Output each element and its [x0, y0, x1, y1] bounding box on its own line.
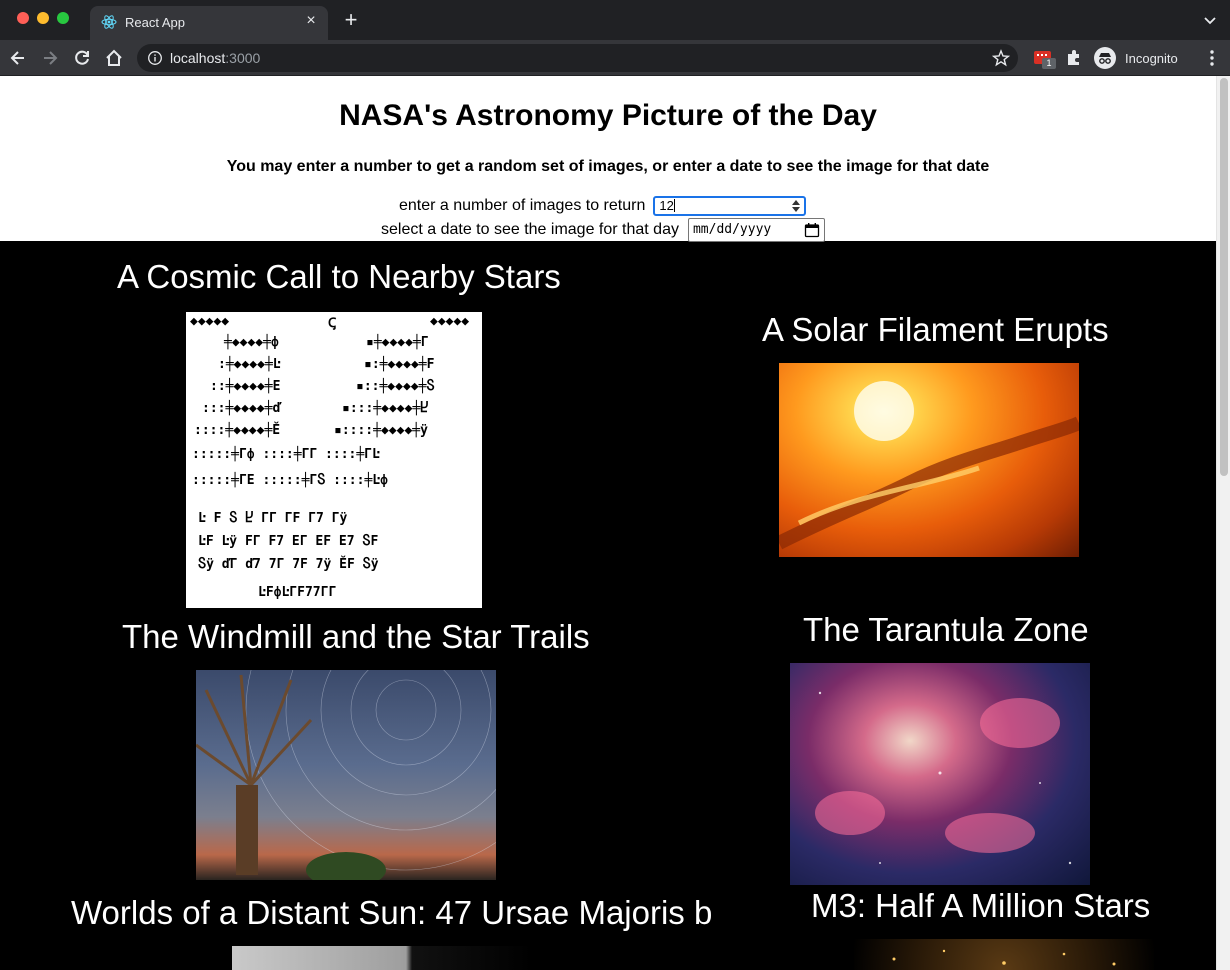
- image-title-solar-filament: A Solar Filament Erupts: [762, 311, 1109, 348]
- tarantula-nebula-shape: [815, 691, 1072, 865]
- page-scrollbar[interactable]: [1216, 76, 1230, 970]
- image-title-47-ursae-majoris: Worlds of a Distant Sun: 47 Ursae Majori…: [71, 894, 713, 931]
- window-close-button[interactable]: [17, 12, 29, 24]
- svg-text:▪:╪◆◆◆◆╪F: ▪:╪◆◆◆◆╪F: [364, 355, 435, 372]
- site-info-icon[interactable]: [147, 50, 163, 66]
- tab-search-chevron-icon[interactable]: [1202, 12, 1218, 28]
- address-bar[interactable]: localhost:3000: [137, 44, 1018, 72]
- image-47-ursae-majoris[interactable]: [232, 946, 532, 970]
- extensions-puzzle-icon[interactable]: [1064, 48, 1084, 68]
- windmill-silhouette: [196, 670, 496, 880]
- extension-badge-count: 1: [1042, 58, 1056, 69]
- image-count-row: enter a number of images to return 12: [399, 196, 807, 216]
- page-title: NASA's Astronomy Picture of the Day: [339, 99, 877, 132]
- number-spinner-icon[interactable]: [792, 199, 801, 213]
- tab-title: React App: [125, 15, 185, 30]
- svg-text:▪::╪◆◆◆◆╪Ⴝ: ▪::╪◆◆◆◆╪Ⴝ: [356, 377, 435, 394]
- image-title-windmill: The Windmill and the Star Trails: [122, 618, 590, 655]
- image-tarantula[interactable]: [790, 663, 1090, 885]
- back-arrow-icon[interactable]: [8, 48, 28, 68]
- image-count-input[interactable]: 12: [653, 196, 807, 216]
- new-tab-plus-icon[interactable]: +: [341, 9, 361, 31]
- image-windmill[interactable]: [196, 670, 496, 880]
- svg-text:ĿFфĿГF77ГГ: ĿFфĿГF77ГГ: [258, 585, 336, 600]
- react-logo-icon: [101, 15, 117, 29]
- browser-tab-strip: React App × +: [0, 0, 1230, 40]
- bookmark-star-icon[interactable]: [992, 49, 1010, 67]
- scrollbar-thumb[interactable]: [1220, 78, 1228, 476]
- solar-filament-shape: [779, 381, 1079, 550]
- page-header: NASA's Astronomy Picture of the Day You …: [0, 76, 1216, 242]
- svg-text:◆◆◆◆◆: ◆◆◆◆◆: [430, 314, 469, 329]
- image-title-cosmic-call: A Cosmic Call to Nearby Stars: [117, 258, 561, 295]
- svg-text:◆◆◆◆◆: ◆◆◆◆◆: [190, 314, 229, 329]
- image-count-label: enter a number of images to return: [399, 197, 646, 214]
- incognito-label: Incognito: [1125, 50, 1178, 66]
- date-picker-row: select a date to see the image for that …: [381, 218, 825, 242]
- svg-text::╪◆◆◆◆╪Ŀ: :╪◆◆◆◆╪Ŀ: [218, 355, 281, 372]
- cosmic-call-glyph-picture: ◆◆◆◆◆ Ꞔ ◆◆◆◆◆ ╪◆◆◆◆╪ф ▪╪◆◆◆◆╪Г :╪◆◆◆◆╪Ŀ ▪:╪◆…: [190, 314, 469, 600]
- svg-text::::::╪Гф ::::╪ГГ ::::╪ГĿ: :::::╪Гф ::::╪ГГ ::::╪ГĿ: [192, 445, 380, 462]
- svg-text:ĿF Ŀÿ FГ F7 EГ EF E7 ႽF: ĿF Ŀÿ FГ F7 EГ EF E7 ႽF: [198, 533, 378, 549]
- incognito-icon: [1094, 47, 1116, 69]
- tab-react-app[interactable]: React App ×: [90, 6, 328, 40]
- reload-icon[interactable]: [72, 48, 92, 68]
- image-m3[interactable]: [854, 939, 1154, 970]
- svg-text:::╪◆◆◆◆╪E: ::╪◆◆◆◆╪E: [210, 377, 280, 394]
- date-picker-label: select a date to see the image for that …: [381, 221, 679, 238]
- browser-menu-kebab-icon[interactable]: [1206, 49, 1218, 67]
- svg-text:▪╪◆◆◆◆╪Г: ▪╪◆◆◆◆╪Г: [366, 333, 429, 350]
- calendar-icon[interactable]: [804, 222, 820, 238]
- svg-text::::╪◆◆◆◆╪ď: :::╪◆◆◆◆╪ď: [202, 399, 282, 416]
- window-zoom-button[interactable]: [57, 12, 69, 24]
- svg-text::::::╪ГE :::::╪ГႽ ::::╪Ŀф: :::::╪ГE :::::╪ГႽ ::::╪Ŀф: [192, 471, 388, 488]
- image-title-tarantula: The Tarantula Zone: [803, 611, 1089, 648]
- svg-text:Ꞔ: Ꞔ: [328, 316, 337, 331]
- svg-text:╪◆◆◆◆╪ф: ╪◆◆◆◆╪ф: [223, 333, 279, 350]
- image-solar-filament[interactable]: [779, 363, 1079, 557]
- svg-text:Ŀ F Ⴝ Ⴞ ГГ ГF Г7 Гÿ: Ŀ F Ⴝ Ⴞ ГГ ГF Г7 Гÿ: [198, 510, 347, 526]
- svg-text:▪:::╪◆◆◆◆╪Ⴞ: ▪:::╪◆◆◆◆╪Ⴞ: [342, 399, 428, 416]
- page-viewport: NASA's Astronomy Picture of the Day You …: [0, 76, 1230, 970]
- date-input[interactable]: mm/dd/yyyy: [687, 218, 825, 242]
- image-title-m3: M3: Half A Million Stars: [811, 887, 1151, 924]
- close-tab-icon[interactable]: ×: [302, 12, 320, 30]
- image-count-value: 12: [659, 198, 674, 213]
- svg-text:▪::::╪◆◆◆◆╪ÿ: ▪::::╪◆◆◆◆╪ÿ: [334, 421, 428, 438]
- image-cosmic-call[interactable]: ◆◆◆◆◆ Ꞔ ◆◆◆◆◆ ╪◆◆◆◆╪ф ▪╪◆◆◆◆╪Г :╪◆◆◆◆╪Ŀ ▪:╪◆…: [186, 312, 482, 608]
- url-text: localhost:3000: [170, 50, 261, 66]
- window-minimize-button[interactable]: [37, 12, 49, 24]
- m3-star-cluster: [892, 949, 1116, 966]
- incognito-indicator[interactable]: Incognito: [1094, 45, 1178, 71]
- page-subtitle: You may enter a number to get a random s…: [226, 158, 990, 175]
- date-placeholder: mm/dd/yyyy: [692, 222, 772, 237]
- svg-text:Ⴝÿ ďГ ď7 7Г 7F 7ÿ ĔF Ⴝÿ: Ⴝÿ ďГ ď7 7Г 7F 7ÿ ĔF Ⴝÿ: [198, 556, 379, 572]
- svg-text:::::╪◆◆◆◆╪Ĕ: ::::╪◆◆◆◆╪Ĕ: [194, 421, 280, 438]
- forward-arrow-icon[interactable]: [40, 48, 60, 68]
- home-icon[interactable]: [104, 48, 124, 68]
